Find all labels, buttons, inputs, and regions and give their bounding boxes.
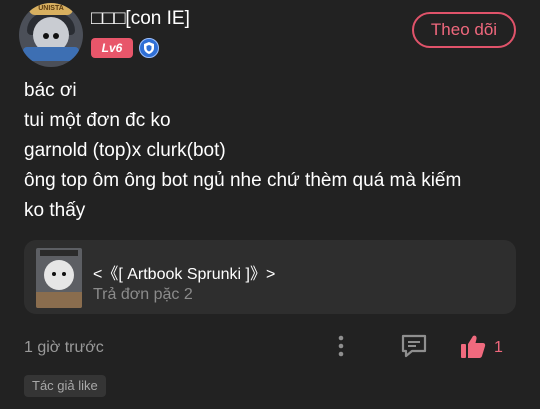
avatar-ribbon xyxy=(23,47,79,61)
post-body-line: ông top ôm ông bot ngủ nhe chứ thèm quá … xyxy=(24,170,462,191)
post-body-line: garnold (top)x clurk(bot) xyxy=(24,140,226,161)
post-header: UNISTA □□□[con IE] Lv6 Theo dõi xyxy=(0,0,540,74)
card-thumbnail xyxy=(36,248,82,308)
more-vertical-icon[interactable] xyxy=(334,333,348,359)
thumb-detail xyxy=(36,292,82,308)
comment-icon[interactable] xyxy=(400,333,428,359)
avatar-frame-banner: UNISTA xyxy=(29,3,73,15)
post-body: bác ơi tui một đơn đc ko garnold (top)x … xyxy=(24,76,520,226)
level-badge: Lv6 xyxy=(91,38,133,58)
post-body-line: tui một đơn đc ko xyxy=(24,110,171,131)
avatar-eye xyxy=(53,33,59,39)
avatar-eye xyxy=(43,33,49,39)
follow-button[interactable]: Theo dõi xyxy=(412,12,516,48)
like-count: 1 xyxy=(494,339,503,356)
shield-icon xyxy=(139,38,159,58)
thumb-detail xyxy=(52,272,56,276)
post-body-line: ko thấy xyxy=(24,200,86,221)
thumb-detail xyxy=(40,250,78,256)
author-like-tag: Tác giả like xyxy=(24,375,106,397)
thumbs-up-icon[interactable] xyxy=(459,334,487,360)
avatar[interactable]: UNISTA xyxy=(19,3,83,67)
card-title: <《[ Artbook Sprunki ]》> xyxy=(93,266,276,283)
linked-post-card[interactable]: <《[ Artbook Sprunki ]》> Trả đơn pặc 2 xyxy=(24,240,516,314)
post-body-line: bác ơi xyxy=(24,80,77,101)
username[interactable]: □□□[con IE] xyxy=(91,8,190,30)
card-subtitle: Trả đơn pặc 2 xyxy=(93,286,193,303)
post-timestamp: 1 giờ trước xyxy=(24,339,104,356)
thumb-detail xyxy=(44,260,74,290)
thumb-detail xyxy=(62,272,66,276)
